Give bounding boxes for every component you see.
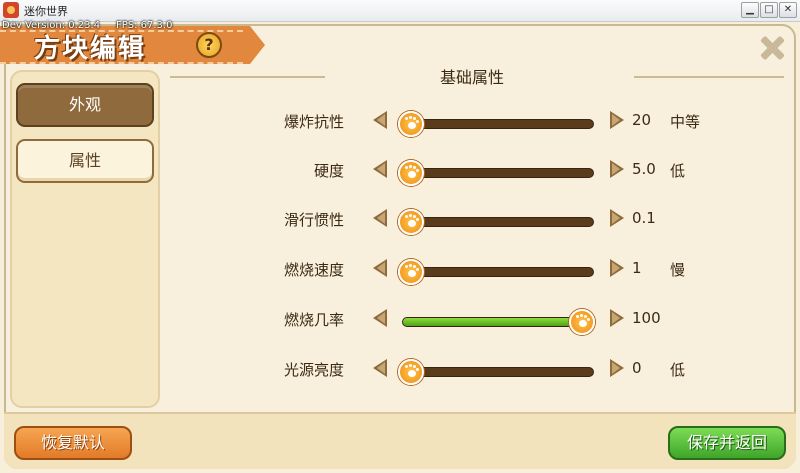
property-level: 慢: [670, 261, 686, 279]
section-divider-left: [170, 76, 325, 78]
property-label: 光源亮度: [283, 361, 344, 379]
property-row: 燃烧速度 1 慢: [0, 251, 800, 291]
page-title: 方块编辑: [34, 34, 147, 64]
minimize-button[interactable]: ▁: [741, 2, 759, 18]
property-level: 低: [670, 361, 686, 379]
app-icon: [3, 2, 19, 18]
arrow-left-icon[interactable]: [370, 256, 392, 282]
property-label: 滑行惯性: [283, 211, 344, 229]
maximize-button[interactable]: □: [760, 2, 778, 18]
slider-fill: [403, 318, 580, 326]
arrow-left-icon[interactable]: [370, 356, 392, 382]
paw-knob-icon[interactable]: [568, 309, 595, 335]
property-level: 中等: [670, 113, 701, 131]
paw-knob-icon[interactable]: [398, 209, 424, 235]
window-titlebar: 迷你世界 ▁ □ ✕: [0, 0, 800, 22]
arrow-right-icon[interactable]: [606, 356, 628, 382]
property-value: 0.1: [632, 209, 656, 227]
property-value: 100: [632, 309, 661, 327]
property-row: 爆炸抗性 20 中等: [0, 103, 800, 143]
property-value: 5.0: [632, 160, 656, 178]
arrow-left-icon[interactable]: [370, 157, 392, 183]
window-close-button[interactable]: ✕: [779, 2, 797, 18]
arrow-left-icon[interactable]: [370, 108, 392, 134]
arrow-right-icon[interactable]: [606, 306, 628, 332]
property-row: 滑行惯性 0.1: [0, 201, 800, 241]
section-title: 基础属性: [440, 68, 505, 87]
arrow-right-icon[interactable]: [606, 256, 628, 282]
property-value: 20: [632, 111, 652, 129]
property-row: 硬度 5.0 低: [0, 152, 800, 192]
window-title: 迷你世界: [24, 5, 68, 18]
paw-knob-icon[interactable]: [398, 111, 424, 137]
help-icon[interactable]: ?: [196, 32, 222, 58]
property-slider[interactable]: [398, 259, 594, 285]
property-slider[interactable]: [398, 160, 594, 186]
arrow-right-icon[interactable]: [606, 157, 628, 183]
property-label: 爆炸抗性: [283, 113, 344, 131]
property-value: 1: [632, 259, 642, 277]
property-row: 燃烧几率 100: [0, 301, 800, 341]
property-slider[interactable]: [398, 111, 594, 137]
paw-knob-icon[interactable]: [398, 359, 424, 385]
arrow-left-icon[interactable]: [370, 206, 392, 232]
property-label: 燃烧速度: [283, 261, 344, 279]
dev-version-info: Dev Version: 0.23.4 FPS: 67.3.0: [2, 20, 173, 31]
property-label: 硬度: [313, 162, 344, 180]
section-divider-right: [634, 76, 784, 78]
property-level: 低: [670, 162, 686, 180]
save-and-return-button[interactable]: 保存并返回: [668, 426, 786, 460]
paw-knob-icon[interactable]: [398, 160, 424, 186]
property-slider[interactable]: [398, 209, 594, 235]
arrow-right-icon[interactable]: [606, 206, 628, 232]
property-slider[interactable]: [402, 309, 595, 335]
arrow-right-icon[interactable]: [606, 108, 628, 134]
arrow-left-icon[interactable]: [370, 306, 392, 332]
paw-knob-icon[interactable]: [398, 259, 424, 285]
property-label: 燃烧几率: [283, 311, 344, 329]
close-icon[interactable]: [758, 34, 786, 62]
property-value: 0: [632, 359, 642, 377]
reset-default-button[interactable]: 恢复默认: [14, 426, 132, 460]
property-slider[interactable]: [398, 359, 594, 385]
property-row: 光源亮度 0 低: [0, 351, 800, 391]
